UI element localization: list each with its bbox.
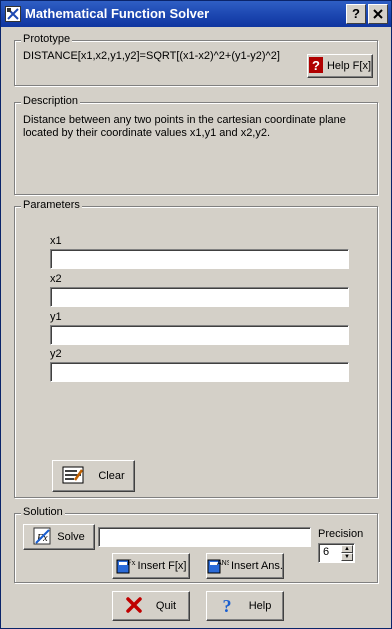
precision-down-arrow[interactable]: ▼ [341,553,353,561]
insert-fx-icon: Fx [116,556,136,577]
solve-fx-icon: Fx [33,527,51,548]
description-text: Distance between any two points in the c… [23,114,346,139]
title-bar[interactable]: Mathematical Function Solver ? [1,1,391,27]
quit-button[interactable]: Quit [112,591,190,621]
precision-up-arrow[interactable]: ▲ [341,545,353,553]
svg-text:?: ? [222,596,231,614]
solution-result-field[interactable] [98,527,311,547]
precision-arrows[interactable]: ▲ ▼ [341,545,353,561]
solution-label: Solution [21,506,65,518]
quit-x-icon [126,596,142,616]
precision-value: 6 [323,546,330,558]
param-label-y2: y2 [50,348,62,360]
help-label: Help [248,600,272,612]
svg-text:Fx: Fx [127,558,135,567]
param-input-y1[interactable] [50,325,349,345]
app-icon [5,6,21,22]
insert-fx-button[interactable]: Fx Insert F[x] [112,553,190,579]
param-input-x2[interactable] [50,287,349,307]
insert-ans-button[interactable]: ANS Insert Ans. [206,553,284,579]
clear-label: Clear [98,470,125,482]
solve-button[interactable]: Fx Solve [23,524,95,550]
svg-text:ANS: ANS [217,560,229,567]
help-button[interactable]: ? Help [206,591,284,621]
param-input-y2[interactable] [50,362,349,382]
solve-label: Solve [57,531,85,543]
help-title-button[interactable]: ? [346,4,366,24]
question-icon: ? [308,56,323,76]
help-question-icon: ? [219,596,235,617]
svg-text:?: ? [312,58,320,73]
help-fx-button[interactable]: ? Help F[x] [307,54,373,78]
clear-button[interactable]: Clear [52,460,135,492]
insert-ans-label: Insert Ans. [231,560,283,572]
parameters-label: Parameters [21,199,82,211]
help-fx-label: Help F[x] [326,60,371,72]
param-label-x2: x2 [50,273,62,285]
param-label-x1: x1 [50,235,62,247]
window-title: Mathematical Function Solver [25,6,210,21]
description-label: Description [21,95,81,107]
precision-label: Precision [318,528,364,540]
param-label-y1: y1 [50,311,62,323]
close-icon [373,9,383,19]
close-button[interactable] [368,4,388,24]
insert-fx-label: Insert F[x] [137,560,187,572]
insert-ans-icon: ANS [207,556,232,577]
prototype-text: DISTANCE[x1,x2,y1,y2]=SQRT[(x1-x2)^2+(y1… [23,50,280,62]
param-input-x1[interactable] [50,249,349,269]
quit-label: Quit [155,600,177,612]
eraser-icon [62,466,84,487]
precision-spinner[interactable]: 6 ▲ ▼ [318,543,355,563]
prototype-label: Prototype [21,33,73,45]
solver-window: Mathematical Function Solver ? Prototype… [0,0,392,629]
